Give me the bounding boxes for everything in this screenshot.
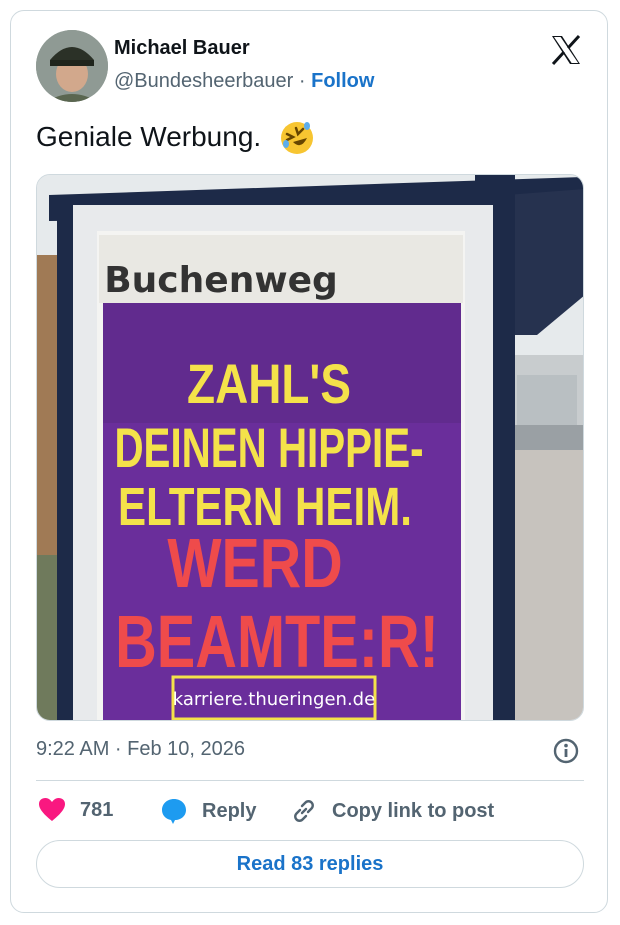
reply-label: Reply	[202, 799, 257, 822]
copy-link-label: Copy link to post	[332, 799, 495, 822]
like-button[interactable]: 781	[38, 797, 113, 823]
link-icon	[294, 800, 314, 822]
like-count: 781	[80, 798, 114, 821]
follow-button[interactable]: Follow	[311, 70, 374, 92]
poster-line-4: WERD	[167, 524, 342, 603]
author-name[interactable]: Michael Bauer	[114, 37, 250, 60]
copy-link-button[interactable]: Copy link to post	[290, 797, 494, 825]
author-handle[interactable]: @Bundesheerbauer	[114, 70, 293, 92]
rolling-on-floor-laughing-emoji-icon	[281, 122, 313, 154]
author-handle-row: @Bundesheerbauer · Follow	[114, 70, 374, 93]
reply-button[interactable]: Reply	[160, 797, 256, 825]
info-icon[interactable]	[552, 737, 580, 765]
read-replies-button[interactable]: Read 83 replies	[36, 840, 584, 888]
poster-line-5: BEAMTE:R!	[115, 601, 439, 684]
poster-line-1: ZAHL'S	[187, 353, 351, 415]
reply-bubble-icon	[162, 799, 186, 824]
tweet-timestamp[interactable]: 9:22 AM · Feb 10, 2026	[36, 738, 245, 761]
heart-icon	[39, 798, 65, 821]
divider	[36, 780, 584, 781]
x-logo-icon[interactable]	[548, 32, 584, 68]
poster-line-2: DEINEN HIPPIE-	[114, 418, 423, 480]
tweet-image[interactable]: Buchenweg ZAHL'S DEINEN HIPPIE- ELTERN H…	[36, 174, 584, 721]
tweet-text: Geniale Werbung.	[36, 121, 262, 152]
poster-street-sign: Buchenweg	[104, 260, 338, 301]
handle-separator: ·	[293, 70, 312, 92]
poster-url: karriere.thueringen.de	[173, 689, 375, 710]
avatar[interactable]	[36, 30, 108, 102]
